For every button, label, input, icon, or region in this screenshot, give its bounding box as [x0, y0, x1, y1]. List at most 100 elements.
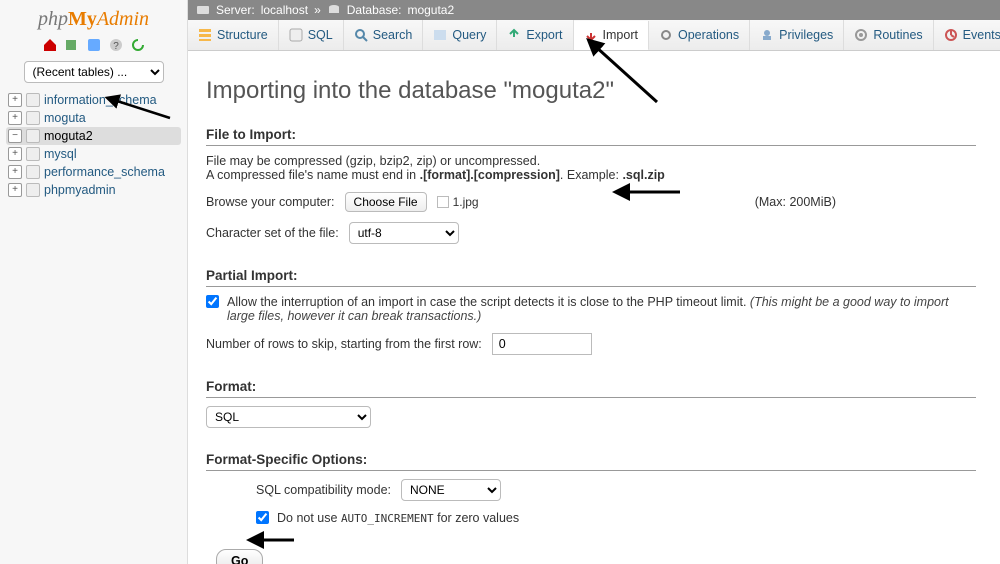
choose-file-button[interactable]: Choose File — [345, 192, 427, 212]
db-item-mysql[interactable]: + mysql — [6, 145, 181, 163]
breadcrumb-sep: » — [314, 3, 321, 17]
db-icon — [26, 147, 40, 161]
tab-label: Import — [603, 28, 638, 42]
browse-label: Browse your computer: — [206, 195, 335, 209]
section-format-options: Format-Specific Options: SQL compatibili… — [206, 452, 976, 525]
tab-label: Operations — [678, 28, 739, 42]
sql-icon[interactable] — [86, 37, 102, 53]
tab-import[interactable]: Import — [574, 21, 649, 51]
hint-line: File may be compressed (gzip, bzip2, zip… — [206, 154, 976, 168]
tab-label: Routines — [873, 28, 922, 42]
format-options-heading: Format-Specific Options: — [206, 452, 976, 471]
section-file-to-import: File to Import: File may be compressed (… — [206, 127, 976, 244]
tab-label: Query — [452, 28, 486, 42]
db-tree: + information_schema +moguta −moguta2 + my… — [0, 91, 187, 199]
skip-rows-row: Number of rows to skip, starting from th… — [206, 333, 976, 355]
query-icon — [433, 28, 447, 42]
file-to-import-heading: File to Import: — [206, 127, 976, 146]
main: Server: localhost » Database: moguta2 St… — [188, 0, 1000, 564]
logo[interactable]: phpMyAdmin — [0, 4, 187, 33]
auto-increment-row: Do not use AUTO_INCREMENT for zero value… — [256, 511, 976, 525]
db-item-phpmyadmin[interactable]: + phpmyadmin — [6, 181, 181, 199]
file-hint: File may be compressed (gzip, bzip2, zip… — [206, 154, 976, 182]
db-label: mysql — [44, 147, 77, 161]
operations-icon — [659, 28, 673, 42]
tab-query[interactable]: Query — [423, 20, 497, 50]
svg-text:?: ? — [113, 41, 119, 52]
db-icon — [26, 165, 40, 179]
charset-select[interactable]: utf-8 — [349, 222, 459, 244]
compat-label: SQL compatibility mode: — [256, 483, 391, 497]
charset-row: Character set of the file: utf-8 — [206, 222, 976, 244]
home-icon[interactable] — [42, 37, 58, 53]
max-size: (Max: 200MiB) — [755, 195, 836, 209]
tab-export[interactable]: Export — [497, 20, 573, 50]
minus-icon[interactable]: − — [8, 129, 22, 143]
file-icon — [437, 196, 449, 208]
logo-php: php — [38, 8, 68, 30]
plus-icon[interactable]: + — [8, 183, 22, 197]
tab-label: SQL — [308, 28, 333, 42]
tabs: Structure SQL Search Query Export Import… — [188, 20, 1000, 51]
breadcrumb-server-link[interactable]: localhost — [261, 3, 308, 17]
skip-rows-input[interactable] — [492, 333, 592, 355]
breadcrumb-db-label: Database: — [347, 3, 402, 17]
browse-row: Browse your computer: Choose File 1.jpg … — [206, 192, 976, 212]
format-options-body: SQL compatibility mode: NONE Do not use … — [206, 479, 976, 525]
structure-icon — [198, 28, 212, 42]
logo-my: My — [68, 8, 97, 30]
auto-increment-checkbox[interactable] — [256, 511, 269, 524]
db-label: information_schema — [44, 93, 157, 107]
section-format: Format: SQL — [206, 379, 976, 428]
plus-icon[interactable]: + — [8, 93, 22, 107]
format-select[interactable]: SQL — [206, 406, 371, 428]
db-icon — [26, 93, 40, 107]
skip-rows-label: Number of rows to skip, starting from th… — [206, 337, 482, 351]
db-icon — [26, 183, 40, 197]
tab-label: Structure — [217, 28, 268, 42]
tab-structure[interactable]: Structure — [188, 20, 279, 50]
plus-icon[interactable]: + — [8, 147, 22, 161]
breadcrumb-server-label: Server: — [216, 3, 255, 17]
content: Importing into the database "moguta2" Fi… — [188, 51, 1000, 564]
tab-search[interactable]: Search — [344, 20, 424, 50]
db-icon — [26, 111, 40, 125]
chosen-file: 1.jpg — [437, 195, 479, 209]
sidebar: phpMyAdmin ? (Recent tables) ... + inform… — [0, 0, 188, 564]
db-label: phpmyadmin — [44, 183, 116, 197]
db-icon — [26, 129, 40, 143]
breadcrumb-db-link[interactable]: moguta2 — [407, 3, 454, 17]
compat-select[interactable]: NONE — [401, 479, 501, 501]
allow-interruption-checkbox[interactable] — [206, 295, 219, 308]
db-item-moguta[interactable]: +moguta — [6, 109, 181, 127]
refresh-icon[interactable] — [130, 37, 146, 53]
help-icon[interactable]: ? — [108, 37, 124, 53]
db-item-performance-schema[interactable]: +performance_schema — [6, 163, 181, 181]
sidebar-toolbar: ? — [0, 33, 187, 59]
tab-events[interactable]: Events — [934, 20, 1000, 50]
db-item-information-schema[interactable]: + information_schema — [6, 91, 181, 109]
import-icon — [584, 28, 598, 42]
tab-sql[interactable]: SQL — [279, 20, 344, 50]
privileges-icon — [760, 28, 774, 42]
recent-tables-select[interactable]: (Recent tables) ... — [24, 61, 164, 83]
tab-operations[interactable]: Operations — [649, 20, 750, 50]
sql-icon — [289, 28, 303, 42]
partial-import-heading: Partial Import: — [206, 268, 976, 287]
plus-icon[interactable]: + — [8, 165, 22, 179]
tab-label: Export — [526, 28, 562, 42]
tab-label: Search — [373, 28, 413, 42]
events-icon — [944, 28, 958, 42]
export-icon — [507, 28, 521, 42]
tab-routines[interactable]: Routines — [844, 20, 933, 50]
tab-privileges[interactable]: Privileges — [750, 20, 844, 50]
db-item-moguta2[interactable]: −moguta2 — [6, 127, 181, 145]
logout-icon[interactable] — [64, 37, 80, 53]
hint-line: A compressed file's name must end in .[f… — [206, 168, 976, 182]
tab-label: Events — [963, 28, 1000, 42]
go-button[interactable]: Go — [216, 549, 263, 564]
charset-label: Character set of the file: — [206, 226, 339, 240]
allow-interruption-row: Allow the interruption of an import in c… — [206, 295, 976, 323]
page-title: Importing into the database "moguta2" — [206, 77, 976, 105]
plus-icon[interactable]: + — [8, 111, 22, 125]
